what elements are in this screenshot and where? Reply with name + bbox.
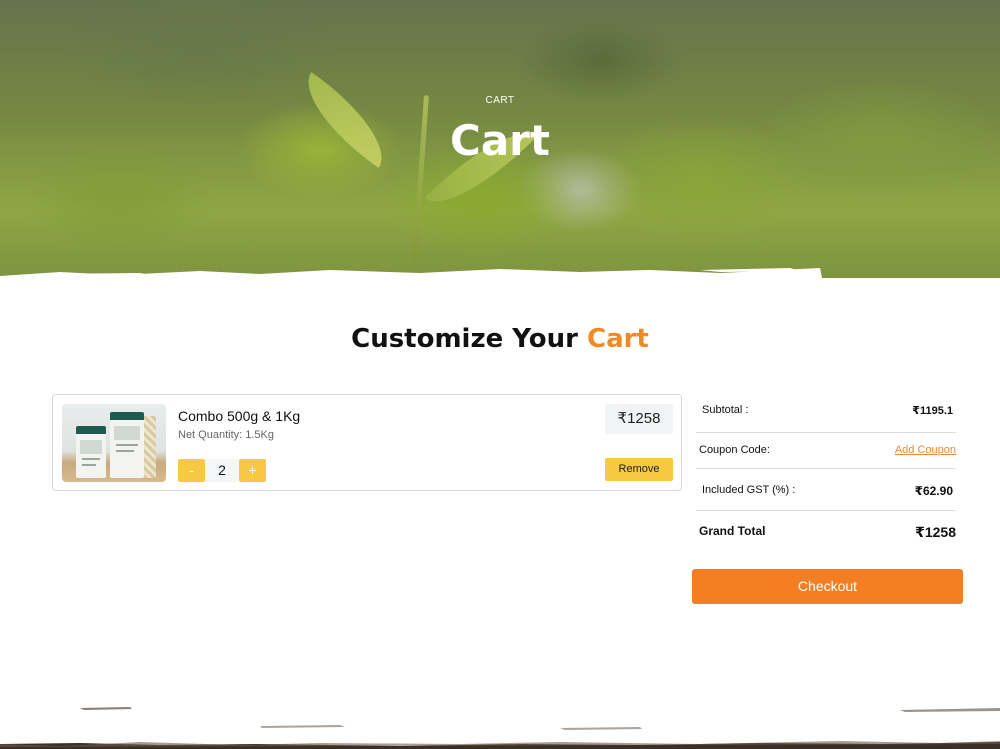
- quantity-value[interactable]: 2: [205, 459, 239, 482]
- add-coupon-link[interactable]: Add Coupon: [895, 444, 956, 456]
- grand-total-label: Grand Total: [699, 524, 766, 538]
- cart-item-card: Combo 500g & 1Kg Net Quantity: 1.5Kg - 2…: [52, 394, 682, 491]
- brush-divider-bottom: [0, 707, 1000, 749]
- increase-quantity-button[interactable]: +: [239, 459, 266, 482]
- gst-label: Included GST (%) :: [702, 484, 796, 496]
- section-heading-main: Customize Your: [351, 324, 587, 354]
- divider: [696, 468, 956, 469]
- section-heading-accent: Cart: [586, 324, 649, 354]
- subtotal-value: ₹1195.1: [912, 405, 953, 417]
- gst-value: ₹62.90: [914, 484, 953, 498]
- brush-divider-top: [0, 268, 1000, 292]
- net-quantity: Net Quantity: 1.5Kg: [178, 429, 274, 441]
- page-title: Cart: [450, 116, 550, 165]
- grand-total-value: ₹1258: [915, 524, 956, 540]
- section-heading: Customize Your Cart: [0, 324, 1000, 354]
- divider: [696, 510, 956, 511]
- product-name: Combo 500g & 1Kg: [178, 408, 301, 424]
- remove-button[interactable]: Remove: [605, 458, 673, 481]
- product-image: [62, 404, 166, 482]
- coupon-label: Coupon Code:: [699, 444, 770, 456]
- item-price: ₹1258: [605, 404, 673, 434]
- subtotal-label: Subtotal :: [702, 404, 749, 416]
- checkout-button[interactable]: Checkout: [692, 569, 963, 604]
- divider: [696, 432, 956, 433]
- breadcrumb: CART: [485, 95, 515, 106]
- decrease-quantity-button[interactable]: -: [178, 459, 205, 482]
- hero-banner: CART Cart: [0, 0, 1000, 280]
